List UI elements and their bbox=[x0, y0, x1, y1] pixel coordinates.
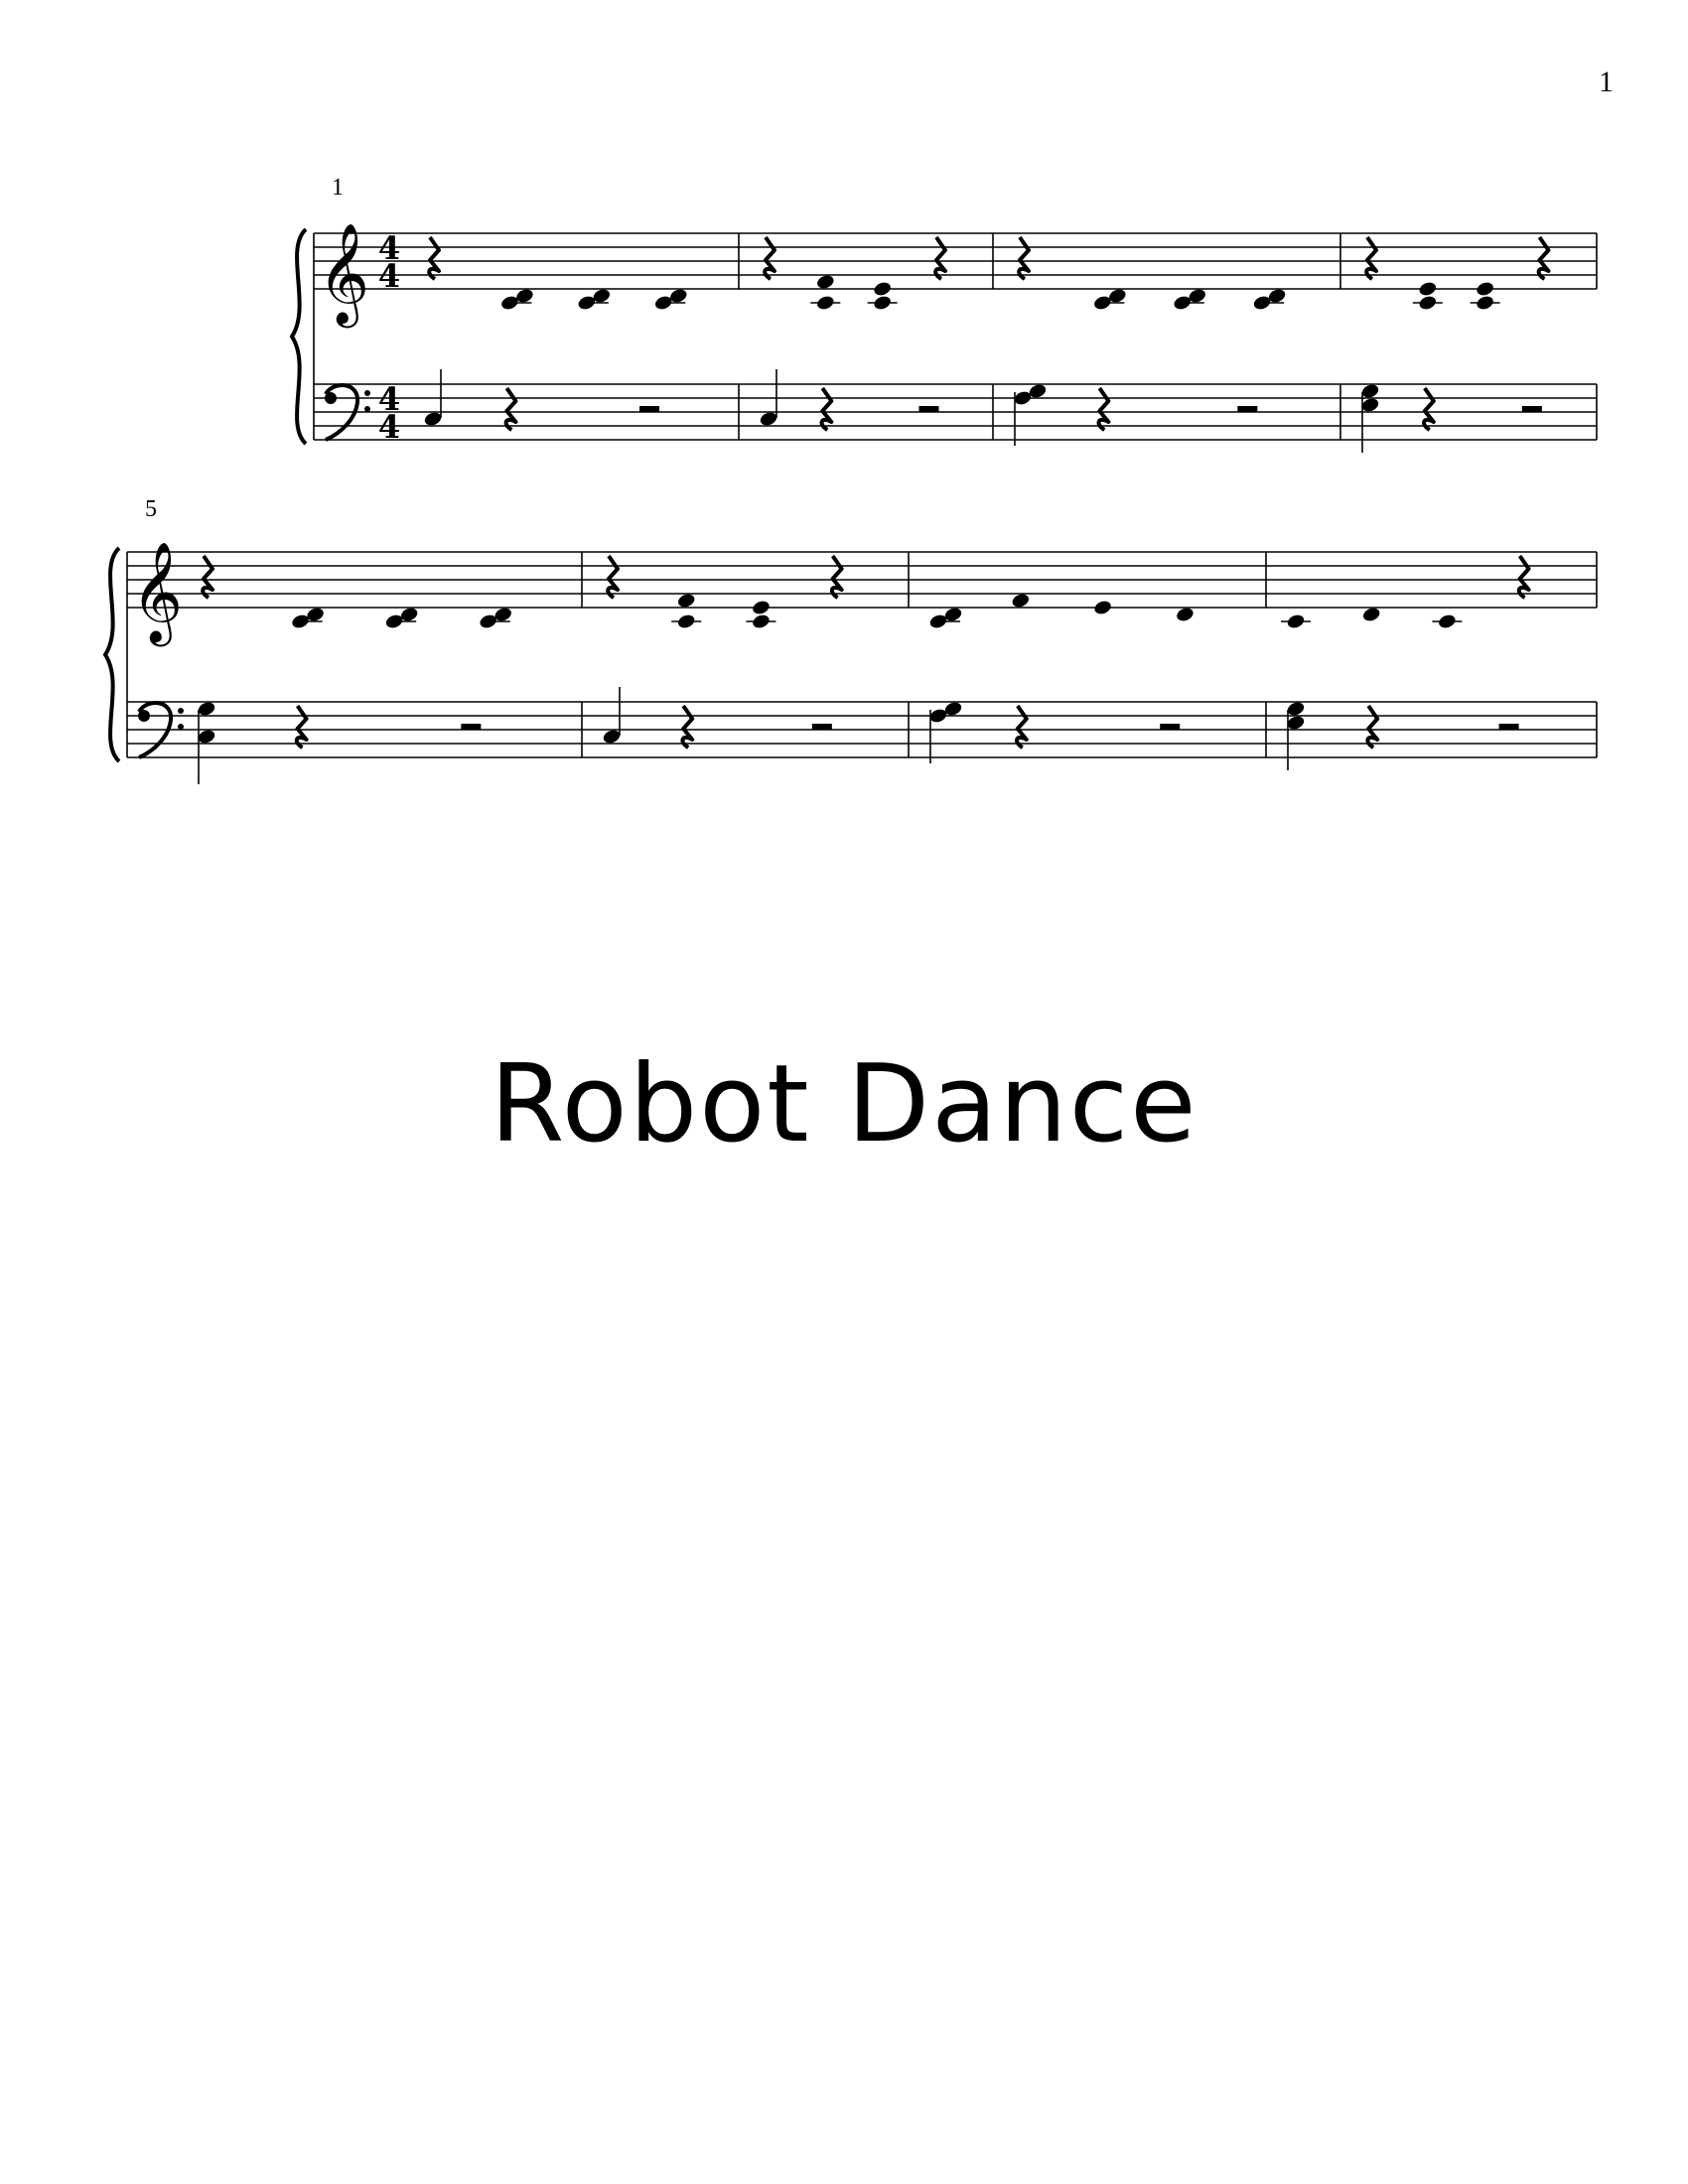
notehead bbox=[1419, 282, 1437, 296]
quarter-rest bbox=[763, 235, 776, 281]
notehead bbox=[760, 412, 777, 426]
piece-title: Robot Dance bbox=[490, 1042, 1198, 1166]
notehead bbox=[753, 614, 770, 628]
notehead bbox=[1287, 716, 1305, 730]
notehead bbox=[1361, 398, 1379, 412]
notehead bbox=[874, 296, 891, 310]
quarter-rest bbox=[1422, 386, 1436, 432]
system-brace bbox=[102, 546, 121, 763]
half-rest bbox=[918, 406, 939, 412]
quarter-rest bbox=[1015, 704, 1029, 750]
half-rest bbox=[1237, 406, 1258, 412]
quarter-rest bbox=[606, 554, 620, 600]
quarter-rest bbox=[503, 386, 518, 432]
half-rest bbox=[639, 406, 660, 412]
quarter-rest bbox=[201, 554, 214, 600]
bass-clef-head bbox=[138, 710, 150, 722]
notehead bbox=[1362, 608, 1380, 621]
half-rest bbox=[461, 724, 482, 730]
notehead bbox=[198, 730, 215, 744]
notehead bbox=[1094, 601, 1111, 614]
quarter-rest bbox=[427, 235, 441, 281]
notehead bbox=[1361, 384, 1379, 398]
notehead bbox=[424, 412, 442, 426]
notehead bbox=[603, 730, 621, 744]
system-brace bbox=[289, 227, 308, 446]
bass-clef-dot bbox=[178, 708, 184, 714]
notehead bbox=[874, 282, 891, 296]
notehead bbox=[1287, 614, 1305, 628]
half-rest bbox=[811, 724, 832, 730]
notehead bbox=[753, 601, 770, 614]
quarter-rest bbox=[1365, 704, 1380, 750]
quarter-rest bbox=[1364, 235, 1378, 281]
quarter-rest bbox=[1017, 235, 1031, 281]
bass-clef-head bbox=[325, 392, 337, 404]
notehead bbox=[817, 275, 834, 289]
notehead bbox=[1477, 282, 1493, 296]
bass-clef-dot bbox=[178, 724, 184, 730]
quarter-rest bbox=[1516, 554, 1531, 600]
notehead bbox=[1439, 614, 1456, 628]
treble-clef-icon: 𝄞 bbox=[318, 221, 369, 329]
notehead bbox=[1177, 608, 1194, 621]
half-rest bbox=[1498, 724, 1519, 730]
notehead bbox=[1477, 296, 1493, 310]
notehead bbox=[817, 296, 834, 310]
notehead bbox=[1287, 702, 1305, 716]
quarter-rest bbox=[294, 704, 309, 750]
quarter-rest bbox=[1096, 386, 1111, 432]
quarter-rest bbox=[933, 235, 947, 281]
bass-clef-dot bbox=[364, 390, 370, 396]
time-signature-digit: 4 bbox=[378, 257, 400, 295]
notehead bbox=[1419, 296, 1437, 310]
quarter-rest bbox=[680, 704, 695, 750]
quarter-rest bbox=[1536, 235, 1551, 281]
notehead bbox=[678, 614, 695, 628]
time-signature-digit: 4 bbox=[378, 408, 400, 446]
notehead bbox=[1012, 594, 1030, 608]
half-rest bbox=[1160, 724, 1181, 730]
treble-clef-icon: 𝄞 bbox=[131, 540, 183, 647]
notehead bbox=[678, 594, 695, 608]
half-rest bbox=[1521, 406, 1542, 412]
notehead bbox=[198, 702, 215, 716]
quarter-rest bbox=[829, 554, 844, 600]
bass-clef-dot bbox=[364, 406, 370, 412]
quarter-rest bbox=[819, 386, 834, 432]
